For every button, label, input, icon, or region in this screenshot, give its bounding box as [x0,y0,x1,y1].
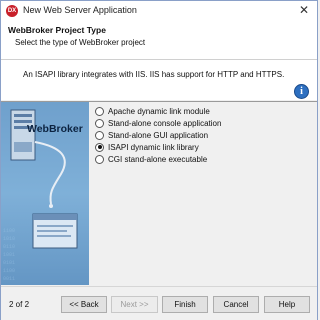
radio-button[interactable] [95,154,104,164]
wizard-window: DX New Web Server Application ✕ WebBroke… [0,0,318,320]
option-isapi-library[interactable]: ISAPI dynamic link library [95,141,221,153]
option-label: CGI stand-alone executable [108,154,208,164]
option-label: Apache dynamic link module [108,106,210,116]
app-icon: DX [6,5,18,17]
option-label: Stand-alone GUI application [108,130,209,140]
page-indicator: 2 of 2 [9,300,30,309]
svg-text:0011: 0011 [3,276,15,282]
page-title: WebBroker Project Type [8,25,106,35]
option-console-app[interactable]: Stand-alone console application [95,117,221,129]
window-title: New Web Server Application [23,5,137,15]
back-button[interactable]: << Back [61,296,107,313]
svg-text:0110: 0110 [3,244,15,250]
project-type-options: Apache dynamic link module Stand-alone c… [95,105,221,165]
radio-button[interactable] [95,142,104,152]
option-label: ISAPI dynamic link library [108,142,199,152]
radio-button[interactable] [95,106,104,116]
wizard-header: WebBroker Project Type Select the type o… [1,21,317,60]
wizard-footer: 2 of 2 << Back Next >> Finish Cancel Hel… [1,286,317,320]
title-bar: DX New Web Server Application ✕ [1,1,317,21]
info-icon: i [294,84,309,99]
svg-text:1100: 1100 [3,228,15,234]
svg-text:0101: 0101 [3,260,15,266]
close-icon[interactable]: ✕ [299,3,309,17]
option-label: Stand-alone console application [108,118,222,128]
cancel-button[interactable]: Cancel [213,296,259,313]
option-gui-app[interactable]: Stand-alone GUI application [95,129,221,141]
svg-text:1001: 1001 [3,252,15,258]
radio-button[interactable] [95,118,104,128]
webbroker-artwork: 1100 1010 0110 1001 0101 1100 0011 WebBroke… [1,102,89,285]
next-button[interactable]: Next >> [111,296,158,313]
svg-text:1010: 1010 [3,236,15,242]
radio-button[interactable] [95,130,104,140]
svg-text:1100: 1100 [3,268,15,274]
artwork-label: WebBroker [27,123,83,135]
finish-button[interactable]: Finish [162,296,208,313]
info-text: An ISAPI library integrates with IIS. II… [23,70,285,79]
page-subtitle: Select the type of WebBroker project [15,38,146,47]
help-button[interactable]: Help [264,296,310,313]
info-panel: An ISAPI library integrates with IIS. II… [1,60,317,100]
option-cgi-executable[interactable]: CGI stand-alone executable [95,153,221,165]
option-apache-module[interactable]: Apache dynamic link module [95,105,221,117]
